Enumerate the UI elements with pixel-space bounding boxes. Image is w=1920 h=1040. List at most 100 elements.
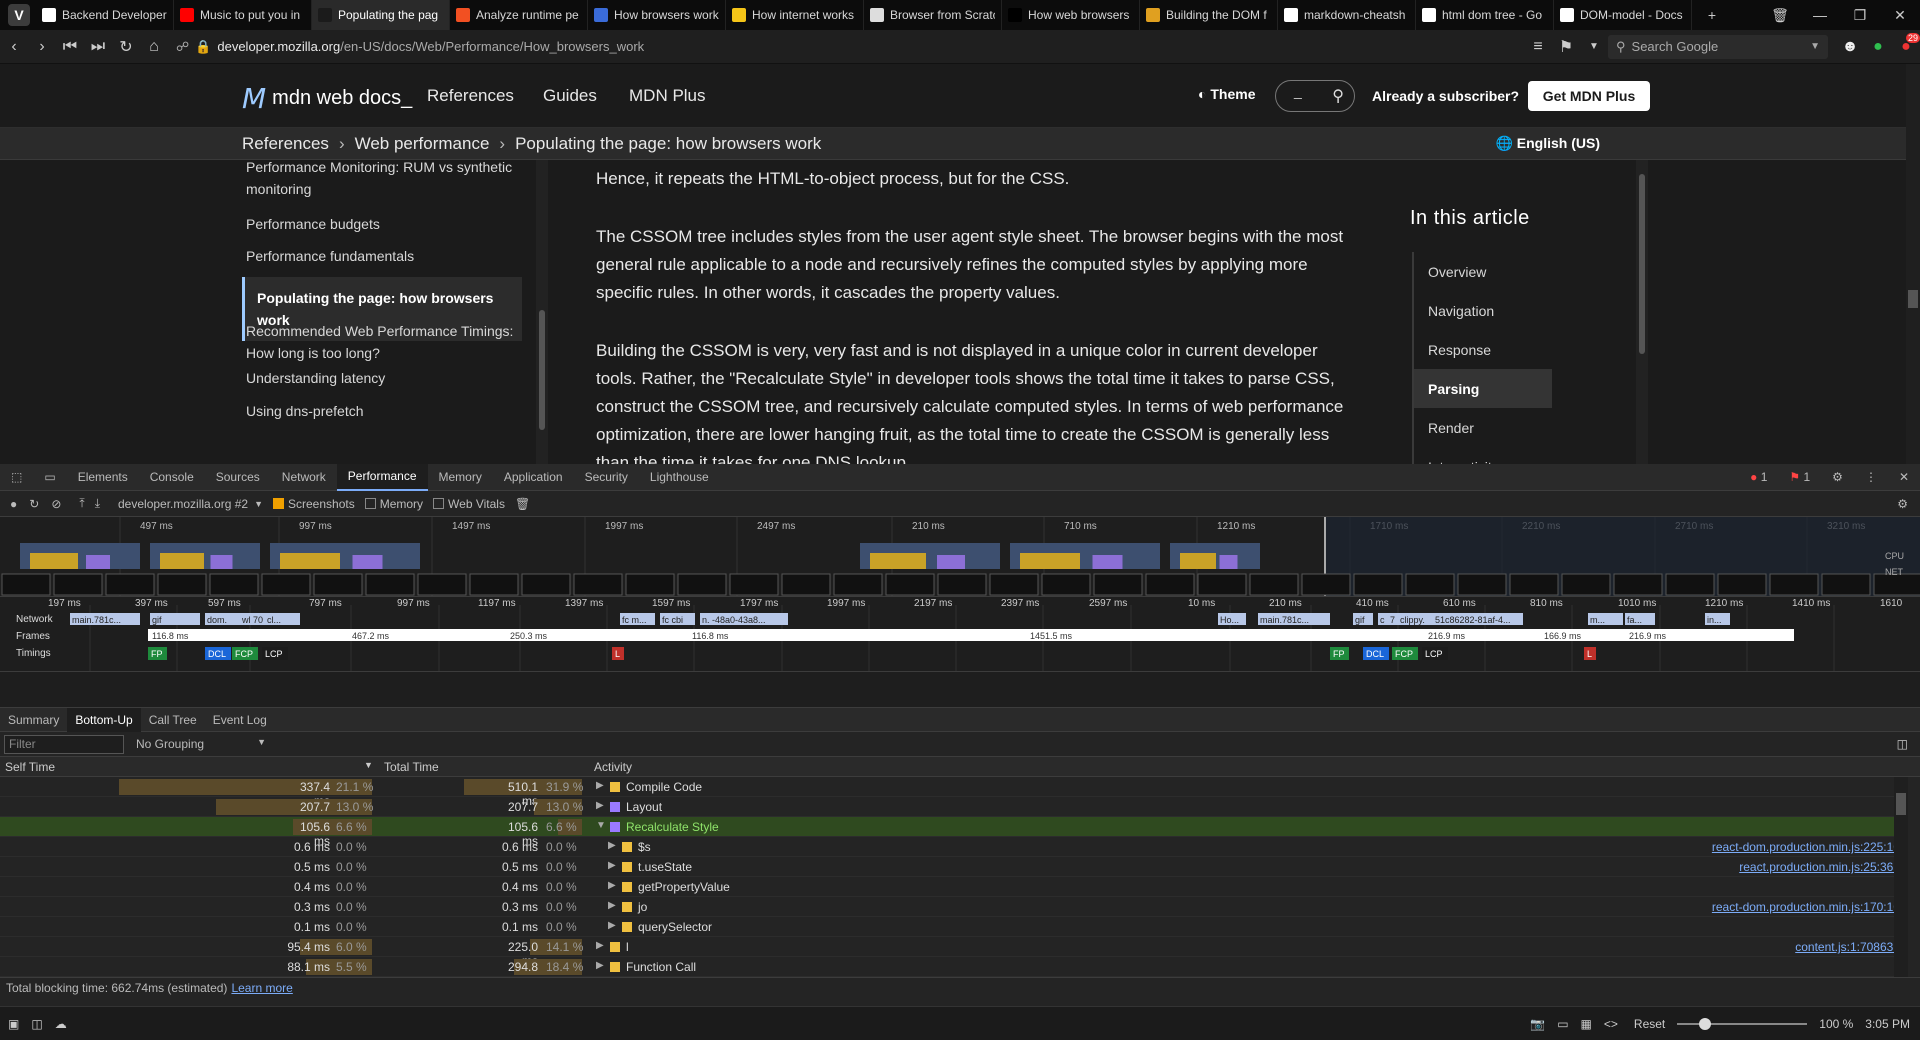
- clear-icon[interactable]: ⊘: [51, 497, 61, 511]
- sidebar-item[interactable]: Using dns-prefetch: [246, 400, 526, 422]
- new-tab-button[interactable]: +: [1692, 0, 1732, 30]
- collapsed-triangle-icon[interactable]: ▶: [608, 920, 616, 931]
- browser-tab[interactable]: Building the DOM f: [1140, 0, 1278, 30]
- screenshot-thumbnail[interactable]: [1249, 573, 1299, 596]
- home-button[interactable]: ⌂: [140, 33, 168, 61]
- sidebar-item[interactable]: Understanding latency: [246, 367, 526, 389]
- table-row[interactable]: 88.1 ms 5.5 % 294.8 ms 18.4 % ▶ Function Call: [0, 957, 1900, 977]
- collapsed-triangle-icon[interactable]: ▶: [608, 840, 616, 851]
- screenshot-thumbnail[interactable]: [1457, 573, 1507, 596]
- device-toolbar-icon[interactable]: ▭: [33, 464, 66, 491]
- upload-icon[interactable]: ⤒: [79, 496, 84, 511]
- browser-tab[interactable]: How internet works: [726, 0, 864, 30]
- bookmark-icon[interactable]: ⚑: [1552, 33, 1580, 61]
- browser-tab[interactable]: DOM-model - Docs: [1554, 0, 1692, 30]
- toc-item[interactable]: Interactivity: [1414, 447, 1552, 465]
- screenshot-thumbnail[interactable]: [521, 573, 571, 596]
- table-row[interactable]: 207.7 ms13.0 %207.7 ms13.0 %▶Layout: [0, 797, 1900, 828]
- browser-tab[interactable]: html dom tree - Go: [1416, 0, 1554, 30]
- trash-icon[interactable]: 🗑: [515, 497, 530, 511]
- screenshot-thumbnail[interactable]: [209, 573, 259, 596]
- scrollbar-thumb[interactable]: [1639, 174, 1645, 354]
- article-scrollbar[interactable]: [1636, 160, 1648, 464]
- zoom-reset-button[interactable]: Reset: [1634, 1017, 1665, 1031]
- get-mdn-plus-button[interactable]: Get MDN Plus: [1528, 81, 1650, 111]
- screenshot-thumbnail[interactable]: [1873, 573, 1920, 596]
- screenshot-thumbnail[interactable]: [729, 573, 779, 596]
- screenshot-thumbnail[interactable]: [1509, 573, 1559, 596]
- browser-tab[interactable]: Analyze runtime pe: [450, 0, 588, 30]
- cloud-sync-icon[interactable]: ☁: [55, 1017, 67, 1031]
- screenshot-thumbnail[interactable]: [1613, 573, 1663, 596]
- devtools-tab[interactable]: Performance: [336, 463, 428, 491]
- screenshot-thumbnail[interactable]: [833, 573, 883, 596]
- collapsed-triangle-icon[interactable]: ▶: [608, 880, 616, 891]
- screenshot-thumbnail[interactable]: [157, 573, 207, 596]
- screenshot-thumbnail[interactable]: [573, 573, 623, 596]
- table-row[interactable]: 0.6 ms 0.0 % 0.6 ms 0.0 % ▶ $s react-dom.produ…: [0, 837, 1900, 857]
- page-scrollbar[interactable]: [1906, 64, 1920, 464]
- screenshot-thumbnail[interactable]: [1301, 573, 1351, 596]
- table-row[interactable]: 95.4 ms6.0 %225.0 ms14.1 %▶lcontent.js:1…: [0, 937, 1900, 968]
- web-vitals-checkbox[interactable]: [433, 498, 445, 509]
- source-link[interactable]: react-dom.production.min.js:170:10: [1712, 900, 1900, 914]
- nav-references[interactable]: References: [427, 86, 514, 106]
- devtools-tab[interactable]: Memory: [428, 464, 493, 491]
- download-icon[interactable]: ⤓: [95, 496, 100, 511]
- table-row[interactable]: 0.4 ms 0.0 % 0.4 ms 0.0 % ▶ getPropertyValue: [0, 877, 1900, 897]
- screenshot-thumbnail[interactable]: [417, 573, 467, 596]
- timeline-overview[interactable]: 497 ms 997 ms 1497 ms 1997 ms 2497 ms 210 ms 7…: [0, 517, 1920, 597]
- network-track-label[interactable]: Network: [16, 614, 54, 625]
- collapsed-triangle-icon[interactable]: ▶: [596, 960, 604, 971]
- browser-tab[interactable]: How browsers work: [588, 0, 726, 30]
- rewind-icon[interactable]: ⏮: [56, 33, 84, 61]
- frames-track-label[interactable]: Frames: [16, 631, 50, 642]
- close-icon[interactable]: ✕: [1888, 464, 1920, 491]
- devtools-tab[interactable]: Elements: [67, 464, 139, 491]
- more-options-icon[interactable]: ⋮: [1854, 464, 1888, 491]
- zoom-slider[interactable]: [1677, 1017, 1808, 1030]
- trash-icon[interactable]: 🗑: [1760, 0, 1800, 30]
- table-row[interactable]: 0.5 ms 0.0 % 0.5 ms 0.0 % ▶ t.useState react.p…: [0, 857, 1900, 877]
- reader-view-icon[interactable]: ≡: [1524, 33, 1552, 61]
- grouping-select[interactable]: No Grouping ▼: [136, 737, 266, 751]
- screenshot-thumbnail[interactable]: [1665, 573, 1715, 596]
- browser-tab[interactable]: Music to put you in: [174, 0, 312, 30]
- screenshot-thumbnail[interactable]: [989, 573, 1039, 596]
- devtools-tab[interactable]: Lighthouse: [639, 464, 720, 491]
- reload-record-icon[interactable]: ↻: [29, 497, 39, 511]
- collapsed-triangle-icon[interactable]: ▶: [608, 900, 616, 911]
- reload-button[interactable]: ↻: [112, 33, 140, 61]
- screenshot-thumbnail[interactable]: [1561, 573, 1611, 596]
- restore-button[interactable]: ❐: [1840, 0, 1880, 30]
- learn-more-link[interactable]: Learn more: [231, 981, 292, 995]
- details-tab[interactable]: Summary: [0, 708, 67, 732]
- screenshot-thumbnail[interactable]: [625, 573, 675, 596]
- browser-tab[interactable]: Backend Developer: [36, 0, 174, 30]
- chevron-down-icon[interactable]: ▼: [1580, 33, 1608, 61]
- screenshot-thumbnail[interactable]: [1821, 573, 1871, 596]
- devtools-tab[interactable]: Application: [493, 464, 574, 491]
- expanded-triangle-icon[interactable]: ▼: [596, 820, 606, 831]
- scrollbar-thumb[interactable]: [1908, 290, 1918, 308]
- source-link[interactable]: content.js:1:708631: [1795, 940, 1900, 954]
- screenshot-thumbnail[interactable]: [1405, 573, 1455, 596]
- breadcrumb-current[interactable]: Populating the page: how browsers work: [515, 134, 821, 154]
- back-button[interactable]: ‹: [0, 33, 28, 61]
- source-link[interactable]: react.production.min.js:25:365: [1739, 860, 1900, 874]
- devtools-tab[interactable]: Network: [271, 464, 337, 491]
- panel-toggle-icon[interactable]: ▣: [8, 1017, 19, 1031]
- close-window-button[interactable]: ✕: [1880, 0, 1920, 30]
- gear-icon[interactable]: ⚙: [1821, 464, 1854, 491]
- url-field[interactable]: ☍ 🔒 developer.mozilla.org /en-US/docs/We…: [176, 35, 1524, 59]
- timeline-tracks[interactable]: 197 ms 397 ms 597 ms 797 ms 997 ms 1197 ms 139…: [0, 597, 1920, 672]
- breadcrumb-references[interactable]: References: [242, 134, 329, 154]
- screenshot-thumbnail[interactable]: [1093, 573, 1143, 596]
- table-row[interactable]: 105.6 ms 6.6 % 105.6 ms 6.6 % ▼ Recalculate S…: [0, 817, 1900, 848]
- language-selector[interactable]: 🌐 English (US): [1495, 135, 1600, 152]
- zoom-slider-thumb[interactable]: [1699, 1017, 1712, 1030]
- screenshot-thumbnail[interactable]: [781, 573, 831, 596]
- inspect-element-icon[interactable]: ⬚: [0, 464, 33, 491]
- table-row[interactable]: 0.3 ms 0.0 % 0.3 ms 0.0 % ▶ jo react-dom.produ…: [0, 897, 1900, 917]
- forward-button[interactable]: ›: [28, 33, 56, 61]
